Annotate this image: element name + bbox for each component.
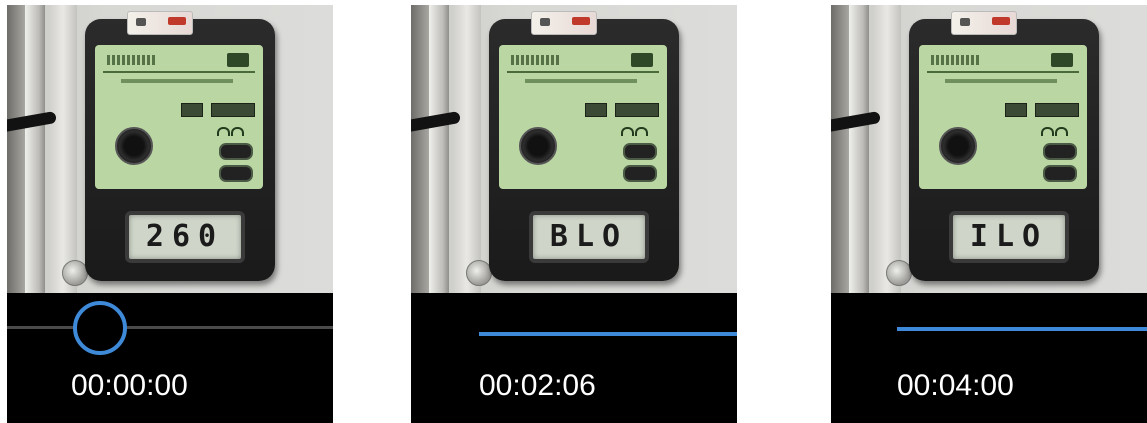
meter-button <box>623 165 657 182</box>
wall-shadow <box>411 5 429 293</box>
lcd-reading: 260 <box>145 219 225 254</box>
door-frame <box>873 5 901 293</box>
brand-logo-icon <box>227 53 249 67</box>
lcd-reading: ILO <box>969 219 1049 254</box>
meter-photo: ILO <box>831 5 1147 293</box>
door-rail <box>429 5 449 293</box>
lcd-display: 260 <box>125 211 245 263</box>
lcd-reading: BLO <box>549 219 629 254</box>
video-player-bar: 00:00:00 <box>7 293 333 423</box>
door-frame <box>453 5 481 293</box>
meter-device: ILO <box>909 11 1099 281</box>
door-frame <box>49 5 77 293</box>
meter-photo: BLO <box>411 5 737 293</box>
timeline-track[interactable] <box>7 326 333 329</box>
timestamp: 00:04:00 <box>897 369 1014 402</box>
door-rail <box>849 5 869 293</box>
lcd-display: BLO <box>529 211 649 263</box>
video-frame-3: ILO 00:04:00 <box>831 5 1147 423</box>
probe-jack <box>519 127 557 165</box>
meter-panel <box>499 45 667 189</box>
meter-button <box>623 143 657 160</box>
door-rail <box>25 5 45 293</box>
timeline-progress[interactable] <box>479 332 737 336</box>
meter-button <box>1043 165 1077 182</box>
calibration-sticker <box>951 11 1017 35</box>
brand-logo-icon <box>1051 53 1073 67</box>
meter-button <box>219 165 253 182</box>
video-player-bar: 00:04:00 <box>831 293 1147 423</box>
meter-button <box>219 143 253 160</box>
calibration-sticker <box>127 11 193 35</box>
timestamp: 00:00:00 <box>71 369 188 402</box>
meter-photo: 260 <box>7 5 333 293</box>
lcd-display: ILO <box>949 211 1069 263</box>
meter-device: BLO <box>489 11 679 281</box>
video-frame-1: 260 00:00:00 <box>7 5 333 423</box>
probe-jack <box>115 127 153 165</box>
calibration-sticker <box>531 11 597 35</box>
video-player-bar: 00:02:06 <box>411 293 737 423</box>
video-frame-2: BLO 00:02:06 <box>411 5 737 423</box>
probe-jack <box>939 127 977 165</box>
brand-logo-icon <box>631 53 653 67</box>
meter-button <box>1043 143 1077 160</box>
meter-panel <box>919 45 1087 189</box>
timeline-progress[interactable] <box>897 327 1147 331</box>
meter-panel <box>95 45 263 189</box>
wall-shadow <box>7 5 25 293</box>
scrubber-thumb-icon[interactable] <box>73 301 127 355</box>
timestamp: 00:02:06 <box>479 369 596 402</box>
meter-device: 260 <box>85 11 275 281</box>
wall-shadow <box>831 5 849 293</box>
